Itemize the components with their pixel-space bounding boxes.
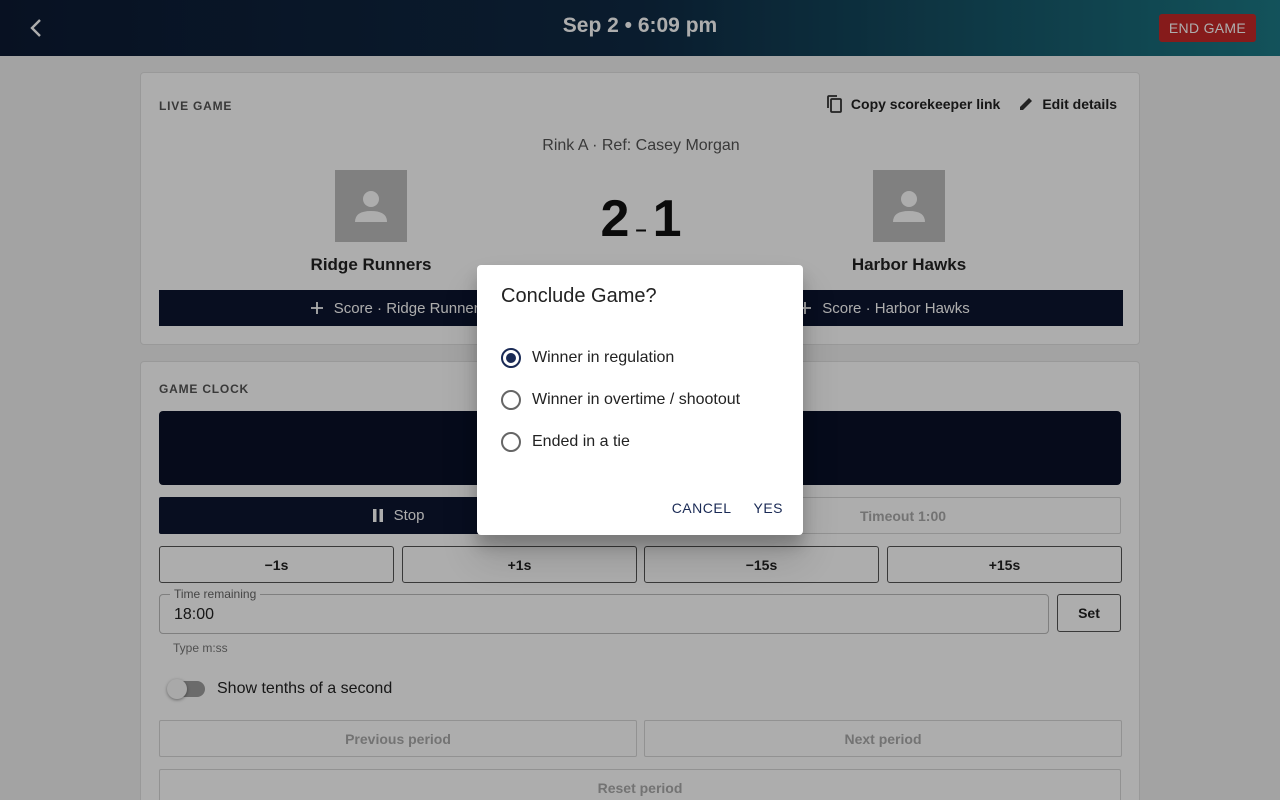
dialog-actions: CANCEL YES bbox=[672, 500, 783, 516]
dialog-title: Conclude Game? bbox=[501, 285, 657, 307]
yes-button[interactable]: YES bbox=[753, 500, 783, 516]
radio-button[interactable] bbox=[501, 432, 521, 452]
radio-button[interactable] bbox=[501, 390, 521, 410]
option-regulation[interactable]: Winner in regulation bbox=[501, 348, 674, 368]
option-label: Winner in regulation bbox=[532, 349, 675, 366]
option-overtime-shootout[interactable]: Winner in overtime / shootout bbox=[501, 390, 740, 410]
option-tie[interactable]: Ended in a tie bbox=[501, 432, 630, 452]
cancel-button[interactable]: CANCEL bbox=[672, 500, 732, 516]
option-label: Winner in overtime / shootout bbox=[532, 391, 741, 408]
radio-button[interactable] bbox=[501, 348, 521, 368]
conclude-game-dialog: Conclude Game? Winner in regulation Winn… bbox=[477, 265, 803, 535]
option-label: Ended in a tie bbox=[532, 433, 630, 450]
